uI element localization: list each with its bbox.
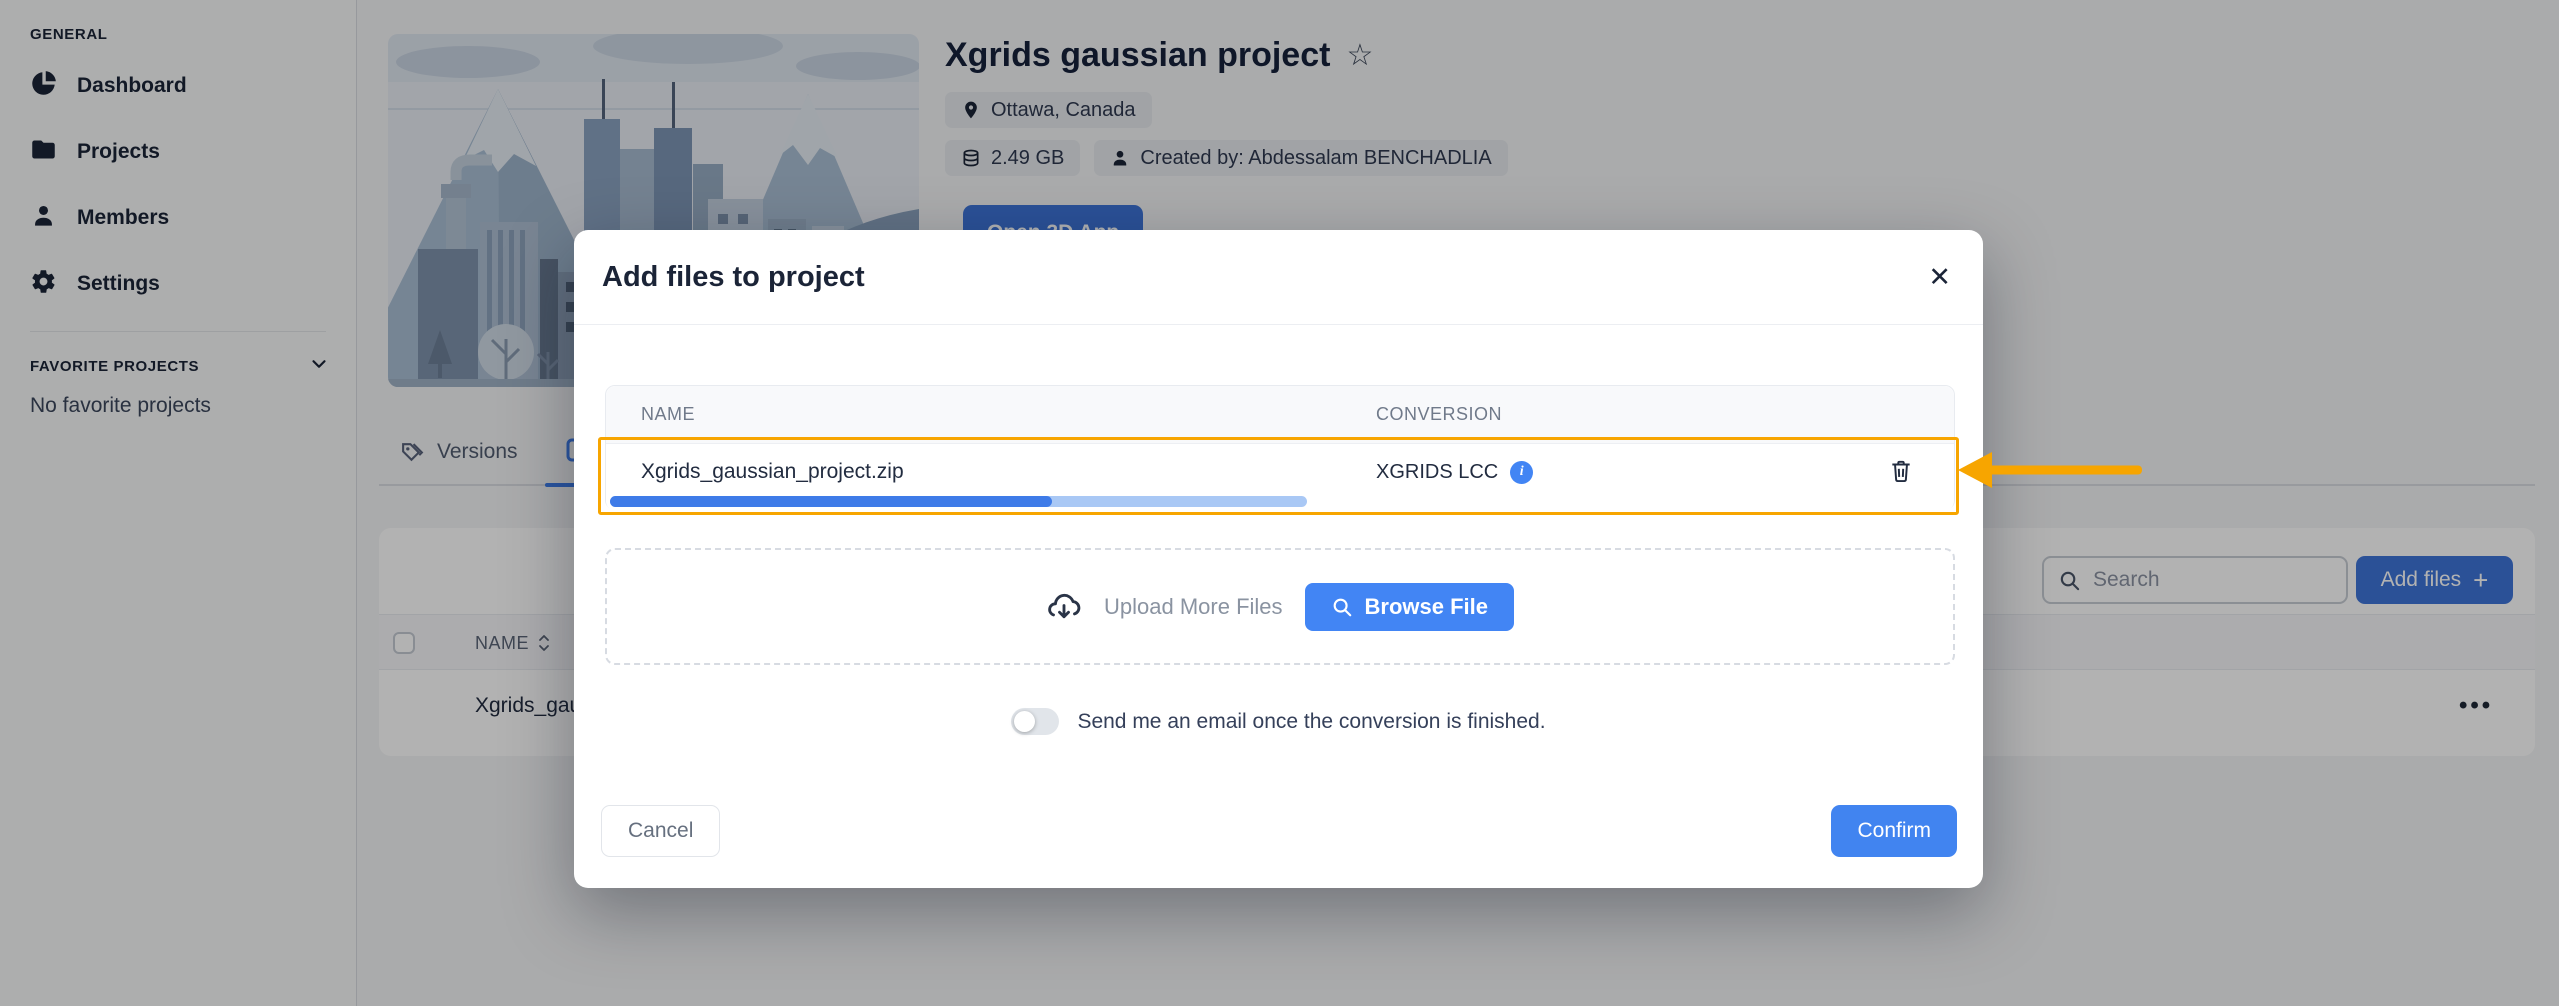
email-toggle[interactable]: [1011, 708, 1059, 735]
info-icon[interactable]: i: [1510, 461, 1533, 484]
email-toggle-row: Send me an email once the conversion is …: [574, 708, 1983, 735]
app-root: GENERAL Dashboard Projects Members: [0, 0, 2559, 1006]
conversion-cell: XGRIDS LCC i: [1376, 444, 1533, 500]
upload-progress-bar: [610, 496, 1950, 507]
modal-title: Add files to project: [602, 261, 865, 294]
search-icon: [1331, 596, 1353, 618]
add-files-modal: Add files to project ✕ NAME CONVERSION X…: [574, 230, 1983, 888]
progress-fill: [610, 496, 1052, 507]
upload-table: NAME CONVERSION Xgrids_gaussian_project.…: [605, 385, 1955, 510]
trash-icon[interactable]: [1888, 458, 1914, 489]
modal-name-header: NAME: [641, 404, 695, 425]
close-icon[interactable]: ✕: [1924, 260, 1955, 295]
confirm-button[interactable]: Confirm: [1831, 805, 1957, 857]
cancel-button[interactable]: Cancel: [601, 805, 720, 857]
browse-file-button[interactable]: Browse File: [1305, 583, 1514, 631]
email-toggle-label: Send me an email once the conversion is …: [1077, 710, 1545, 734]
conversion-value: XGRIDS LCC: [1376, 461, 1498, 484]
toggle-knob: [1014, 711, 1035, 732]
modal-header: Add files to project ✕: [574, 230, 1983, 325]
browse-file-label: Browse File: [1365, 594, 1488, 620]
modal-conversion-header: CONVERSION: [1376, 404, 1502, 425]
file-name: Xgrids_gaussian_project.zip: [641, 444, 904, 500]
upload-file-row: Xgrids_gaussian_project.zip XGRIDS LCC i: [606, 444, 1954, 511]
upload-dropzone[interactable]: Upload More Files Browse File: [605, 548, 1955, 665]
upload-hint-text: Upload More Files: [1104, 594, 1283, 620]
cloud-download-icon: [1046, 589, 1082, 625]
upload-table-header: NAME CONVERSION: [606, 386, 1954, 444]
